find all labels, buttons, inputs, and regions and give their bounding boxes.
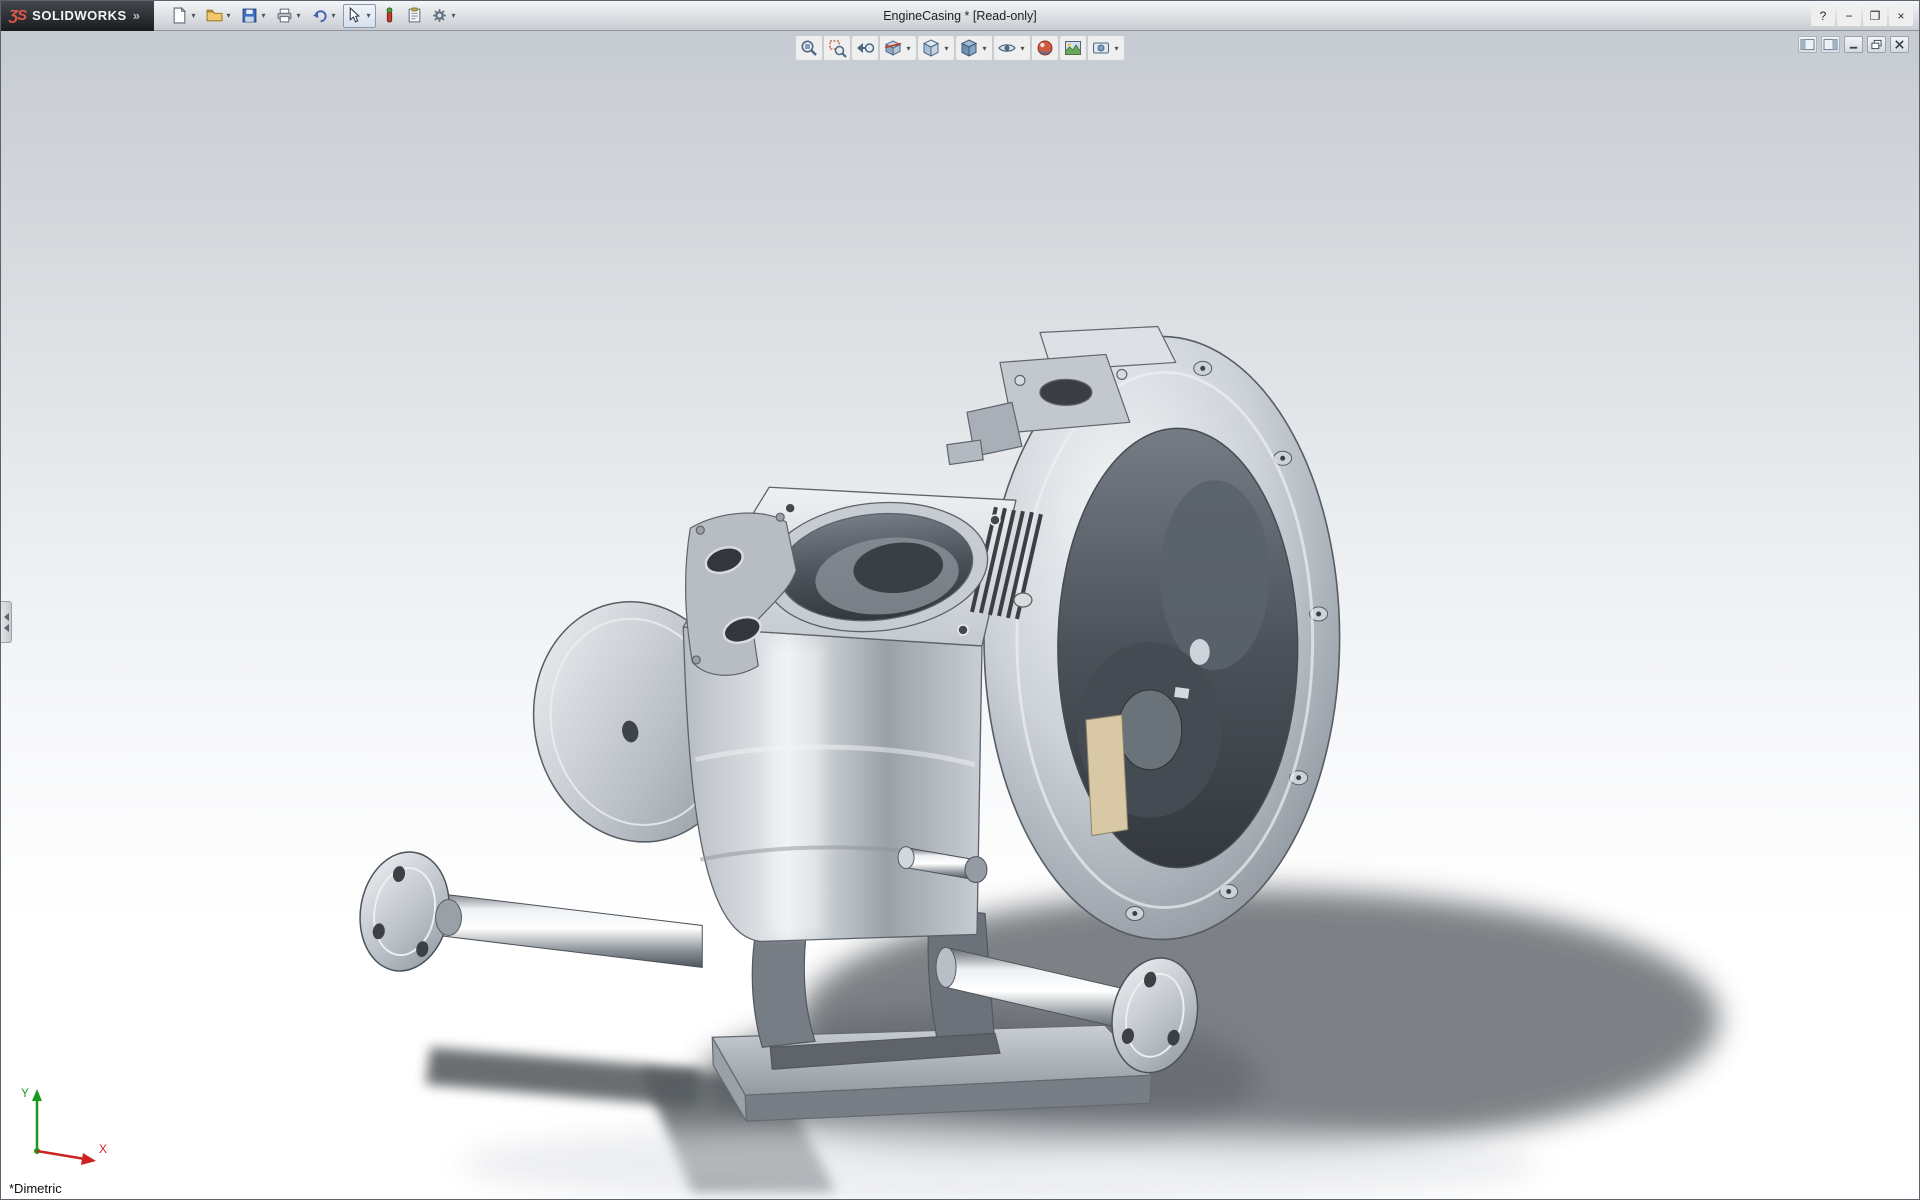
dropdown-arrow-icon[interactable]: ▾	[449, 11, 458, 20]
undo-button[interactable]: ▾	[308, 4, 341, 28]
window-controls: ? − ❐ ×	[1811, 5, 1919, 26]
display-style-button[interactable]: ▾	[956, 36, 992, 60]
dropdown-arrow-icon[interactable]: ▾	[1112, 44, 1121, 53]
undo-icon	[311, 7, 328, 24]
help-button[interactable]: ?	[1811, 5, 1835, 26]
solidworks-logo-mark: ƷS	[9, 7, 27, 24]
previous-view-icon	[855, 38, 875, 58]
standard-toolbar: ▾ ▾ ▾ ▾ ▾ ▾ ▾	[168, 3, 461, 28]
new-document-icon	[171, 7, 188, 24]
apply-scene-icon	[1063, 38, 1083, 58]
selection-filter-button[interactable]	[378, 4, 401, 28]
previous-view-button[interactable]	[852, 36, 878, 60]
document-close-button[interactable]	[1890, 36, 1909, 53]
logo-chevron-icon: »	[132, 8, 140, 23]
document-restore-button[interactable]	[1867, 36, 1886, 53]
dropdown-arrow-icon[interactable]: ▾	[294, 11, 303, 20]
print-button[interactable]: ▾	[273, 4, 306, 28]
save-button[interactable]: ▾	[238, 4, 271, 28]
dropdown-arrow-icon[interactable]: ▾	[980, 44, 989, 53]
minimize-button[interactable]: −	[1837, 5, 1861, 26]
dropdown-arrow-icon[interactable]: ▾	[1018, 44, 1027, 53]
solidworks-brand-text: SOLIDWORKS	[32, 8, 127, 23]
edit-appearance-ball-icon	[1035, 38, 1055, 58]
dropdown-arrow-icon[interactable]: ▾	[364, 11, 373, 20]
solidworks-window: ƷS SOLIDWORKS » ▾ ▾ ▾ ▾ ▾ ▾ ▾ EngineCasi…	[0, 0, 1920, 1200]
dropdown-arrow-icon[interactable]: ▾	[259, 11, 268, 20]
show-task-pane-button[interactable]	[1821, 36, 1840, 53]
zoom-to-area-icon	[827, 38, 847, 58]
new-document-button[interactable]: ▾	[168, 4, 201, 28]
display-style-icon	[959, 38, 979, 58]
view-settings-button[interactable]: ▾	[1088, 36, 1124, 60]
hide-show-items-button[interactable]: ▾	[994, 36, 1030, 60]
selection-filter-icon	[381, 7, 398, 24]
hide-show-items-eye-icon	[997, 38, 1017, 58]
section-view-icon	[883, 38, 903, 58]
chevron-left-icon	[3, 612, 9, 621]
section-view-button[interactable]: ▾	[880, 36, 916, 60]
view-orientation-button[interactable]: ▾	[918, 36, 954, 60]
featuremanager-flyout-tab[interactable]	[1, 601, 12, 643]
open-folder-icon	[206, 7, 223, 24]
dropdown-arrow-icon[interactable]: ▾	[189, 11, 198, 20]
document-minimize-button[interactable]	[1844, 36, 1863, 53]
show-task-pane-icon	[1823, 38, 1838, 51]
dropdown-arrow-icon[interactable]: ▾	[329, 11, 338, 20]
document-close-icon	[1893, 39, 1906, 50]
heads-up-view-toolbar: ▾ ▾ ▾ ▾ ▾	[796, 36, 1124, 60]
triad-x-label: X	[99, 1142, 107, 1156]
restore-button[interactable]: ❐	[1863, 5, 1887, 26]
document-minimize-icon	[1847, 39, 1860, 50]
properties-clipboard-icon	[406, 7, 423, 24]
titlebar: ƷS SOLIDWORKS » ▾ ▾ ▾ ▾ ▾ ▾ ▾ EngineCasi…	[1, 0, 1919, 31]
show-display-pane-button[interactable]	[1798, 36, 1817, 53]
select-button[interactable]: ▾	[342, 3, 376, 28]
view-orientation-cube-icon	[921, 38, 941, 58]
triad-y-label: Y	[21, 1086, 29, 1100]
properties-button[interactable]	[403, 4, 426, 28]
bearing-shim-part[interactable]	[1085, 714, 1129, 837]
save-icon	[241, 7, 258, 24]
document-restore-icon	[1870, 39, 1883, 50]
solidworks-logo: ƷS SOLIDWORKS »	[1, 0, 154, 31]
reference-triad[interactable]: Y X	[15, 1083, 115, 1175]
chevron-left-icon	[3, 623, 9, 632]
options-gear-icon	[431, 7, 448, 24]
dropdown-arrow-icon[interactable]: ▾	[904, 44, 913, 53]
show-display-pane-icon	[1800, 38, 1815, 51]
view-settings-icon	[1091, 38, 1111, 58]
document-window-controls	[1798, 36, 1909, 53]
open-button[interactable]: ▾	[203, 4, 236, 28]
graphics-viewport[interactable]: ▾ ▾ ▾ ▾ ▾ Y X *Dimetric	[1, 31, 1919, 1199]
close-button[interactable]: ×	[1889, 5, 1913, 26]
model-3d-view[interactable]	[1, 31, 1919, 1199]
dropdown-arrow-icon[interactable]: ▾	[942, 44, 951, 53]
edit-appearance-button[interactable]	[1032, 36, 1058, 60]
select-cursor-icon	[346, 7, 363, 24]
apply-scene-button[interactable]	[1060, 36, 1086, 60]
view-orientation-label: *Dimetric	[9, 1181, 62, 1196]
zoom-to-fit-button[interactable]	[796, 36, 822, 60]
dropdown-arrow-icon[interactable]: ▾	[224, 11, 233, 20]
zoom-to-fit-icon	[799, 38, 819, 58]
print-icon	[276, 7, 293, 24]
zoom-to-area-button[interactable]	[824, 36, 850, 60]
left-support-shaft[interactable]	[351, 845, 703, 978]
options-button[interactable]: ▾	[428, 4, 461, 28]
